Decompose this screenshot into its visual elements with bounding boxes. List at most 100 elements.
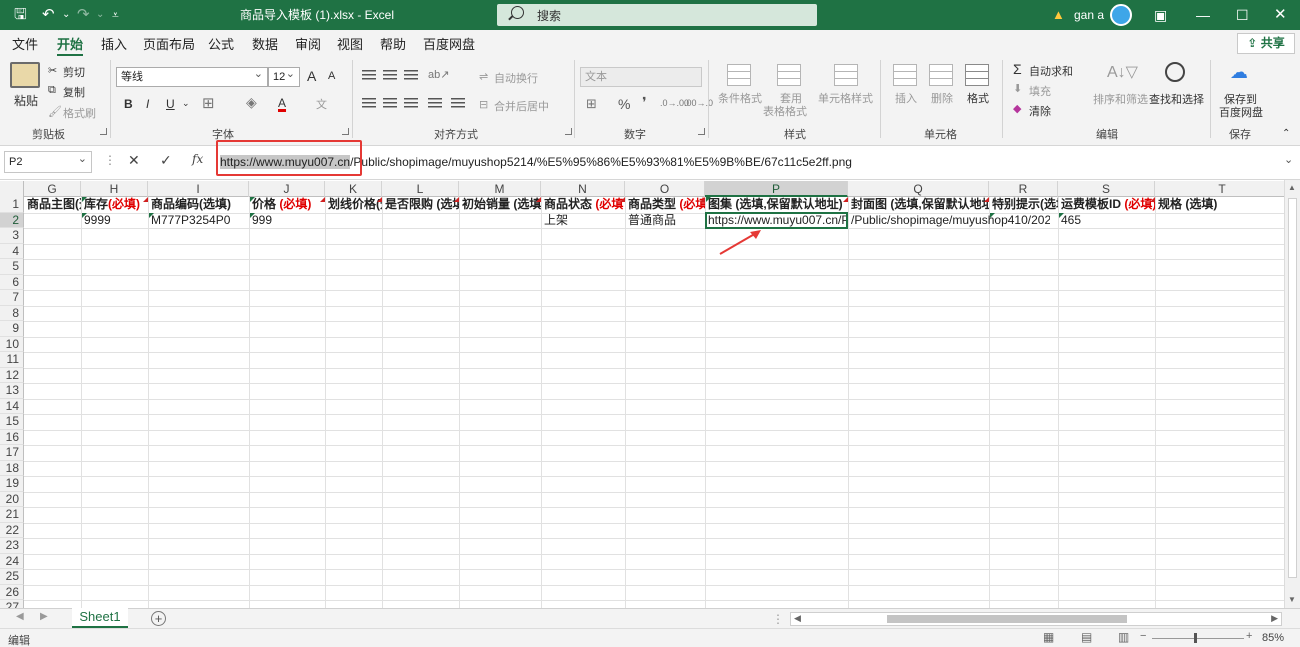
align-right-icon[interactable] [404, 98, 418, 110]
error-indicator-icon[interactable] [82, 212, 87, 218]
find-select-button[interactable]: 查找和选择 [1149, 91, 1204, 107]
delete-cells-button[interactable]: 删除 [931, 90, 953, 106]
prev-sheet-icon[interactable]: ◀ [16, 611, 24, 622]
comment-indicator-icon[interactable] [454, 197, 459, 202]
format-cells-icon[interactable] [965, 64, 989, 86]
redo-icon[interactable]: ↷ [77, 0, 90, 30]
font-color-icon[interactable]: A [278, 96, 286, 110]
comment-indicator-icon[interactable] [1150, 197, 1155, 202]
sort-filter-icon[interactable]: A↓▽ [1107, 62, 1138, 82]
format-as-table-button-line2[interactable]: 表格格式 [763, 103, 807, 119]
data-cell-O2[interactable]: 普通商品 [626, 213, 705, 229]
user-name[interactable]: gan a [1074, 0, 1104, 30]
baidu-cloud-icon[interactable]: ☁ [1230, 62, 1248, 83]
scroll-right-icon[interactable]: ▶ [1271, 613, 1278, 624]
comment-indicator-icon[interactable] [700, 197, 705, 202]
row-header-8[interactable]: 8 [0, 305, 24, 321]
column-header-T[interactable]: T [1155, 181, 1290, 197]
column-header-L[interactable]: L [382, 181, 459, 197]
vertical-scroll-thumb[interactable] [1288, 198, 1297, 578]
scroll-down-icon[interactable]: ▼ [1288, 595, 1296, 604]
row-header-6[interactable]: 6 [0, 274, 24, 290]
ribbon-display-icon[interactable]: ▣ [1154, 0, 1167, 30]
column-header-M[interactable]: M [459, 181, 541, 197]
error-indicator-icon[interactable] [82, 197, 87, 202]
data-cell-J2[interactable]: 999 [250, 213, 325, 229]
tab-insert[interactable]: 插入 [101, 34, 127, 53]
row-header-16[interactable]: 16 [0, 429, 24, 445]
insert-cells-button[interactable]: 插入 [895, 90, 917, 106]
comment-indicator-icon[interactable] [320, 197, 325, 202]
avatar[interactable] [1110, 4, 1132, 26]
merge-center-button[interactable]: 合并后居中 [494, 98, 549, 114]
drag-handle-icon[interactable]: ⋮ [104, 153, 116, 167]
zoom-slider-thumb[interactable] [1194, 633, 1197, 643]
header-cell-Q[interactable]: 封面图 (选填,保留默认地址 [849, 197, 989, 213]
data-cell-L2[interactable] [383, 213, 459, 229]
customize-toolbar-icon[interactable]: ⩡ [112, 0, 119, 30]
scroll-up-icon[interactable]: ▲ [1288, 183, 1296, 192]
row-header-3[interactable]: 3 [0, 228, 24, 244]
comment-indicator-icon[interactable] [143, 197, 148, 202]
cut-button[interactable]: 剪切 [63, 64, 85, 80]
number-launcher-icon[interactable] [698, 128, 705, 135]
orientation-icon[interactable]: ab↗ [428, 68, 449, 81]
zoom-out-icon[interactable]: − [1140, 630, 1146, 642]
row-header-24[interactable]: 24 [0, 553, 24, 569]
row-header-14[interactable]: 14 [0, 398, 24, 414]
cell-styles-button[interactable]: 单元格样式 [818, 90, 873, 106]
row-header-27[interactable]: 27 [0, 600, 24, 608]
header-cell-P[interactable]: 图集 (选填,保留默认地址) [706, 197, 848, 213]
maximize-icon[interactable]: ☐ [1236, 0, 1249, 30]
name-box[interactable]: P2 [4, 149, 92, 173]
zoom-in-icon[interactable]: + [1246, 630, 1252, 642]
page-break-view-icon[interactable]: ▥ [1118, 630, 1129, 644]
underline-dropdown-icon[interactable]: ⌄ [182, 98, 190, 109]
row-header-7[interactable]: 7 [0, 290, 24, 306]
tab-file[interactable]: 文件 [12, 34, 38, 53]
tab-home[interactable]: 开始 [57, 34, 84, 57]
copy-button[interactable]: 复制 [63, 84, 85, 100]
tab-view[interactable]: 视图 [337, 34, 363, 53]
format-as-table-icon[interactable] [777, 64, 801, 86]
row-header-15[interactable]: 15 [0, 414, 24, 430]
increase-indent-icon[interactable] [451, 98, 465, 110]
sort-filter-button[interactable]: 排序和筛选 [1093, 91, 1148, 107]
minimize-icon[interactable]: — [1196, 0, 1210, 30]
error-indicator-icon[interactable] [1059, 212, 1064, 218]
header-cell-M[interactable]: 初始销量 (选填 [460, 197, 541, 213]
find-icon[interactable] [1165, 62, 1185, 82]
format-painter-icon[interactable]: 🖌 [48, 105, 62, 118]
clear-icon[interactable]: ◆ [1013, 102, 1021, 115]
data-cell-G2[interactable] [25, 213, 81, 229]
header-cell-G[interactable]: 商品主图(选填 [25, 197, 81, 213]
data-cell-S2[interactable]: 465 [1059, 213, 1155, 229]
next-sheet-icon[interactable]: ▶ [40, 611, 48, 622]
fill-icon[interactable]: ⬇ [1013, 82, 1022, 95]
column-header-N[interactable]: N [541, 181, 625, 197]
alignment-launcher-icon[interactable] [565, 128, 572, 135]
error-indicator-icon[interactable] [250, 197, 255, 202]
data-cell-T2[interactable] [1156, 213, 1290, 229]
column-header-R[interactable]: R [989, 181, 1058, 197]
close-icon[interactable]: ✕ [1274, 0, 1287, 30]
column-header-P[interactable]: P [705, 181, 848, 197]
header-cell-J[interactable]: 价格 (必填) [250, 197, 325, 213]
comma-icon[interactable]: ❜ [642, 94, 647, 111]
undo-dropdown-icon[interactable]: ⌄ [62, 0, 70, 30]
tab-data[interactable]: 数据 [252, 34, 278, 53]
align-bottom-icon[interactable] [404, 70, 418, 82]
scroll-left-icon[interactable]: ◀ [794, 613, 801, 624]
zoom-slider[interactable] [1152, 638, 1244, 639]
column-header-J[interactable]: J [249, 181, 325, 197]
grow-font-button[interactable]: A [307, 68, 316, 84]
number-format-select[interactable]: 文本 [580, 67, 702, 87]
format-painter-button[interactable]: 格式刷 [63, 105, 96, 121]
insert-function-icon[interactable]: fx [192, 152, 203, 166]
row-header-1[interactable]: 1 [0, 197, 24, 213]
clipboard-launcher-icon[interactable] [100, 128, 107, 135]
tab-page-layout[interactable]: 页面布局 [143, 34, 195, 53]
row-header-2[interactable]: 2 [0, 212, 24, 228]
normal-view-icon[interactable]: ▦ [1043, 630, 1054, 644]
header-cell-N[interactable]: 商品状态 (必填 [542, 197, 625, 213]
